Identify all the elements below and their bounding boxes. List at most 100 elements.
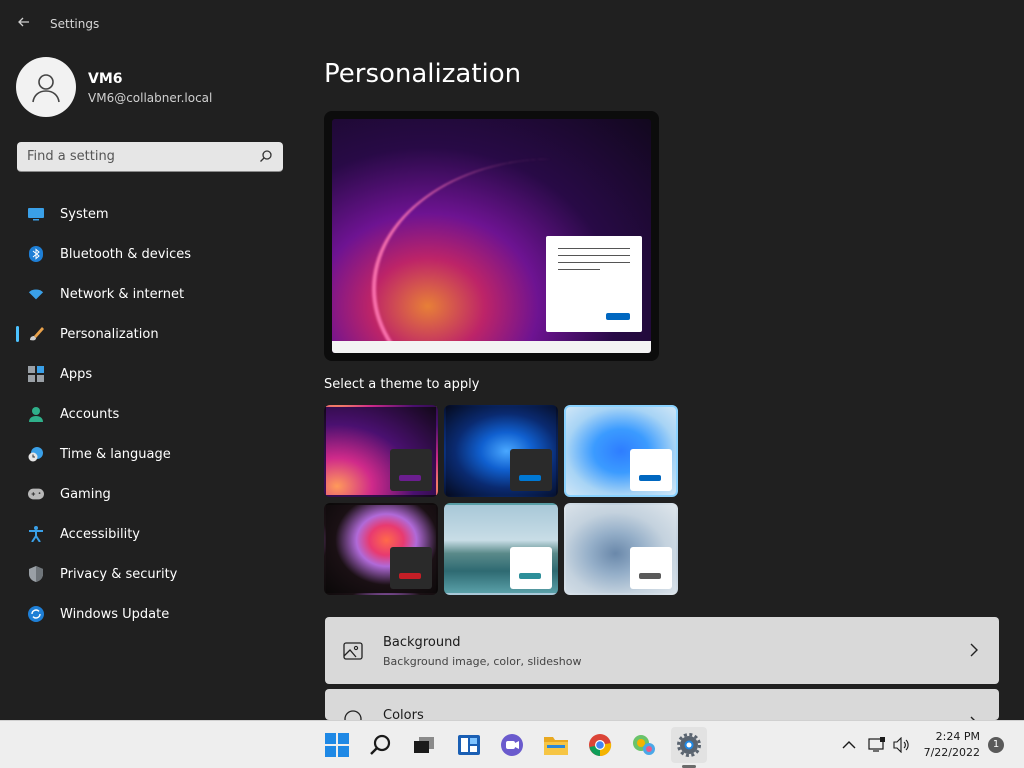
preview-line <box>558 262 630 263</box>
back-arrow-icon <box>18 17 29 27</box>
theme-accent-swatch <box>519 475 541 481</box>
chevron-up-icon <box>842 741 856 749</box>
sidebar-item-label: Bluetooth & devices <box>60 246 191 262</box>
task-view-button[interactable] <box>410 731 438 759</box>
preview-window <box>546 236 642 332</box>
update-icon <box>28 606 44 622</box>
photo-app-icon <box>633 735 655 755</box>
theme-chip <box>390 449 432 491</box>
user-email: VM6@collabner.local <box>88 91 213 105</box>
theme-accent-swatch <box>639 573 661 579</box>
task-view-icon <box>414 737 434 753</box>
theme-tile-windows-light[interactable] <box>564 405 678 497</box>
sidebar-item-personalization[interactable]: Personalization <box>16 314 286 354</box>
clock-globe-icon <box>28 446 44 462</box>
sidebar-item-privacy[interactable]: Privacy & security <box>16 554 286 594</box>
sidebar-item-time-language[interactable]: Time & language <box>16 434 286 474</box>
theme-chip <box>390 547 432 589</box>
theme-tile-windows-dark[interactable] <box>444 405 558 497</box>
preview-line <box>558 255 630 256</box>
theme-tile-sunrise[interactable] <box>444 503 558 595</box>
search-box[interactable] <box>17 142 283 172</box>
sidebar-item-accessibility[interactable]: Accessibility <box>16 514 286 554</box>
tray-overflow-button[interactable] <box>842 721 856 768</box>
theme-tile-captured-motion[interactable] <box>324 503 438 595</box>
card-title: Background <box>383 635 461 650</box>
volume-button[interactable] <box>893 721 911 768</box>
speaker-icon <box>893 737 909 753</box>
theme-tile-flow[interactable] <box>564 503 678 595</box>
sidebar-item-accounts[interactable]: Accounts <box>16 394 286 434</box>
chrome-button[interactable] <box>586 731 614 759</box>
theme-chip <box>510 547 552 589</box>
sidebar-item-label: Time & language <box>60 446 171 462</box>
search-input[interactable] <box>27 142 247 171</box>
clock-time: 2:24 PM <box>935 730 980 743</box>
accessibility-icon <box>28 526 44 542</box>
sidebar-item-label: Personalization <box>60 326 159 342</box>
taskbar-clock[interactable]: 2:24 PM 7/22/2022 <box>924 729 980 761</box>
card-title: Colors <box>383 708 424 720</box>
image-icon <box>343 642 363 660</box>
file-explorer-button[interactable] <box>542 731 570 759</box>
network-status-button[interactable] <box>868 721 886 768</box>
sidebar-item-apps[interactable]: Apps <box>16 354 286 394</box>
theme-chip <box>630 547 672 589</box>
taskbar-search-button[interactable] <box>367 731 395 759</box>
preview-line <box>558 248 630 249</box>
background-setting-card[interactable]: Background Background image, color, slid… <box>325 617 999 684</box>
wifi-icon <box>28 286 44 302</box>
sidebar-item-network[interactable]: Network & internet <box>16 274 286 314</box>
sidebar-item-label: Windows Update <box>60 606 170 622</box>
sidebar-item-bluetooth[interactable]: Bluetooth & devices <box>16 234 286 274</box>
avatar[interactable] <box>16 57 76 117</box>
network-monitor-icon <box>868 737 885 752</box>
title-bar: Settings <box>0 0 1024 48</box>
preview-button <box>606 313 630 320</box>
theme-chip <box>630 449 672 491</box>
card-subtitle: Background image, color, slideshow <box>383 655 582 668</box>
theme-tile-glow[interactable] <box>324 405 438 497</box>
clock-date: 7/22/2022 <box>923 746 980 759</box>
person-icon <box>32 74 60 103</box>
preview-line <box>558 269 600 270</box>
app-title: Settings <box>50 17 100 31</box>
preview-wallpaper <box>332 119 651 353</box>
sidebar-item-label: Apps <box>60 366 93 382</box>
gear-icon <box>677 733 701 757</box>
page-title: Personalization <box>324 59 522 89</box>
theme-chip <box>510 449 552 491</box>
sidebar-item-label: System <box>60 206 109 222</box>
person-icon <box>28 406 44 422</box>
start-button[interactable] <box>323 731 351 759</box>
notification-badge[interactable]: 1 <box>988 737 1004 753</box>
sidebar-item-windows-update[interactable]: Windows Update <box>16 594 286 634</box>
theme-accent-swatch <box>399 475 421 481</box>
sidebar-item-label: Privacy & security <box>60 566 178 582</box>
colors-setting-card[interactable]: Colors <box>325 689 999 720</box>
settings-taskbar-button[interactable] <box>671 727 707 763</box>
back-button[interactable] <box>12 12 36 36</box>
gamepad-icon <box>28 486 44 502</box>
palette-icon <box>344 710 362 720</box>
chevron-right-icon <box>970 643 978 657</box>
sidebar-item-system[interactable]: System <box>16 194 286 234</box>
sidebar-item-label: Network & internet <box>60 286 185 302</box>
theme-preview <box>324 111 659 361</box>
sidebar-item-gaming[interactable]: Gaming <box>16 474 286 514</box>
sidebar-item-label: Gaming <box>60 486 111 502</box>
shield-icon <box>28 566 44 582</box>
image-viewer-button[interactable] <box>630 731 658 759</box>
themes-caption: Select a theme to apply <box>324 377 480 392</box>
sidebar-item-label: Accounts <box>60 406 120 422</box>
widgets-button[interactable] <box>455 731 483 759</box>
chat-button[interactable] <box>498 731 526 759</box>
bluetooth-icon <box>28 246 44 262</box>
widgets-icon <box>458 735 480 755</box>
theme-accent-swatch <box>519 573 541 579</box>
sidebar-nav: System Bluetooth & devices Network & int… <box>16 194 286 634</box>
apps-icon <box>28 366 44 382</box>
search-icon[interactable] <box>259 149 273 163</box>
sidebar-item-label: Accessibility <box>60 526 140 542</box>
windows-logo-icon <box>325 733 349 757</box>
